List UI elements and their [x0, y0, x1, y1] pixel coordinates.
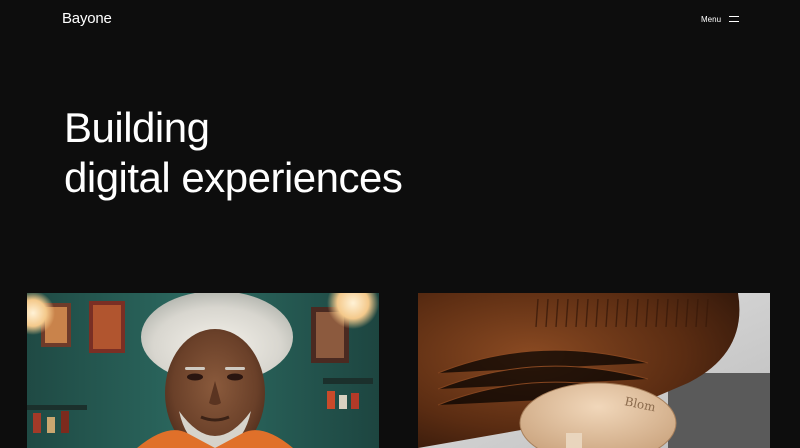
- brand-logo[interactable]: Bayone: [62, 10, 112, 27]
- hero-line-1: Building: [64, 104, 210, 151]
- portrait-image: [27, 293, 379, 448]
- menu-label: Menu: [701, 14, 722, 24]
- speaker-image: Blom: [418, 293, 770, 448]
- site-header: Bayone Menu: [0, 0, 800, 40]
- hero-line-2: digital experiences: [64, 154, 403, 201]
- hero-heading: Building digital experiences: [64, 103, 664, 203]
- project-card-speaker[interactable]: Blom: [418, 293, 770, 448]
- project-card-portrait[interactable]: [27, 293, 379, 448]
- menu-button[interactable]: Menu: [701, 12, 740, 26]
- hamburger-icon: [729, 15, 740, 23]
